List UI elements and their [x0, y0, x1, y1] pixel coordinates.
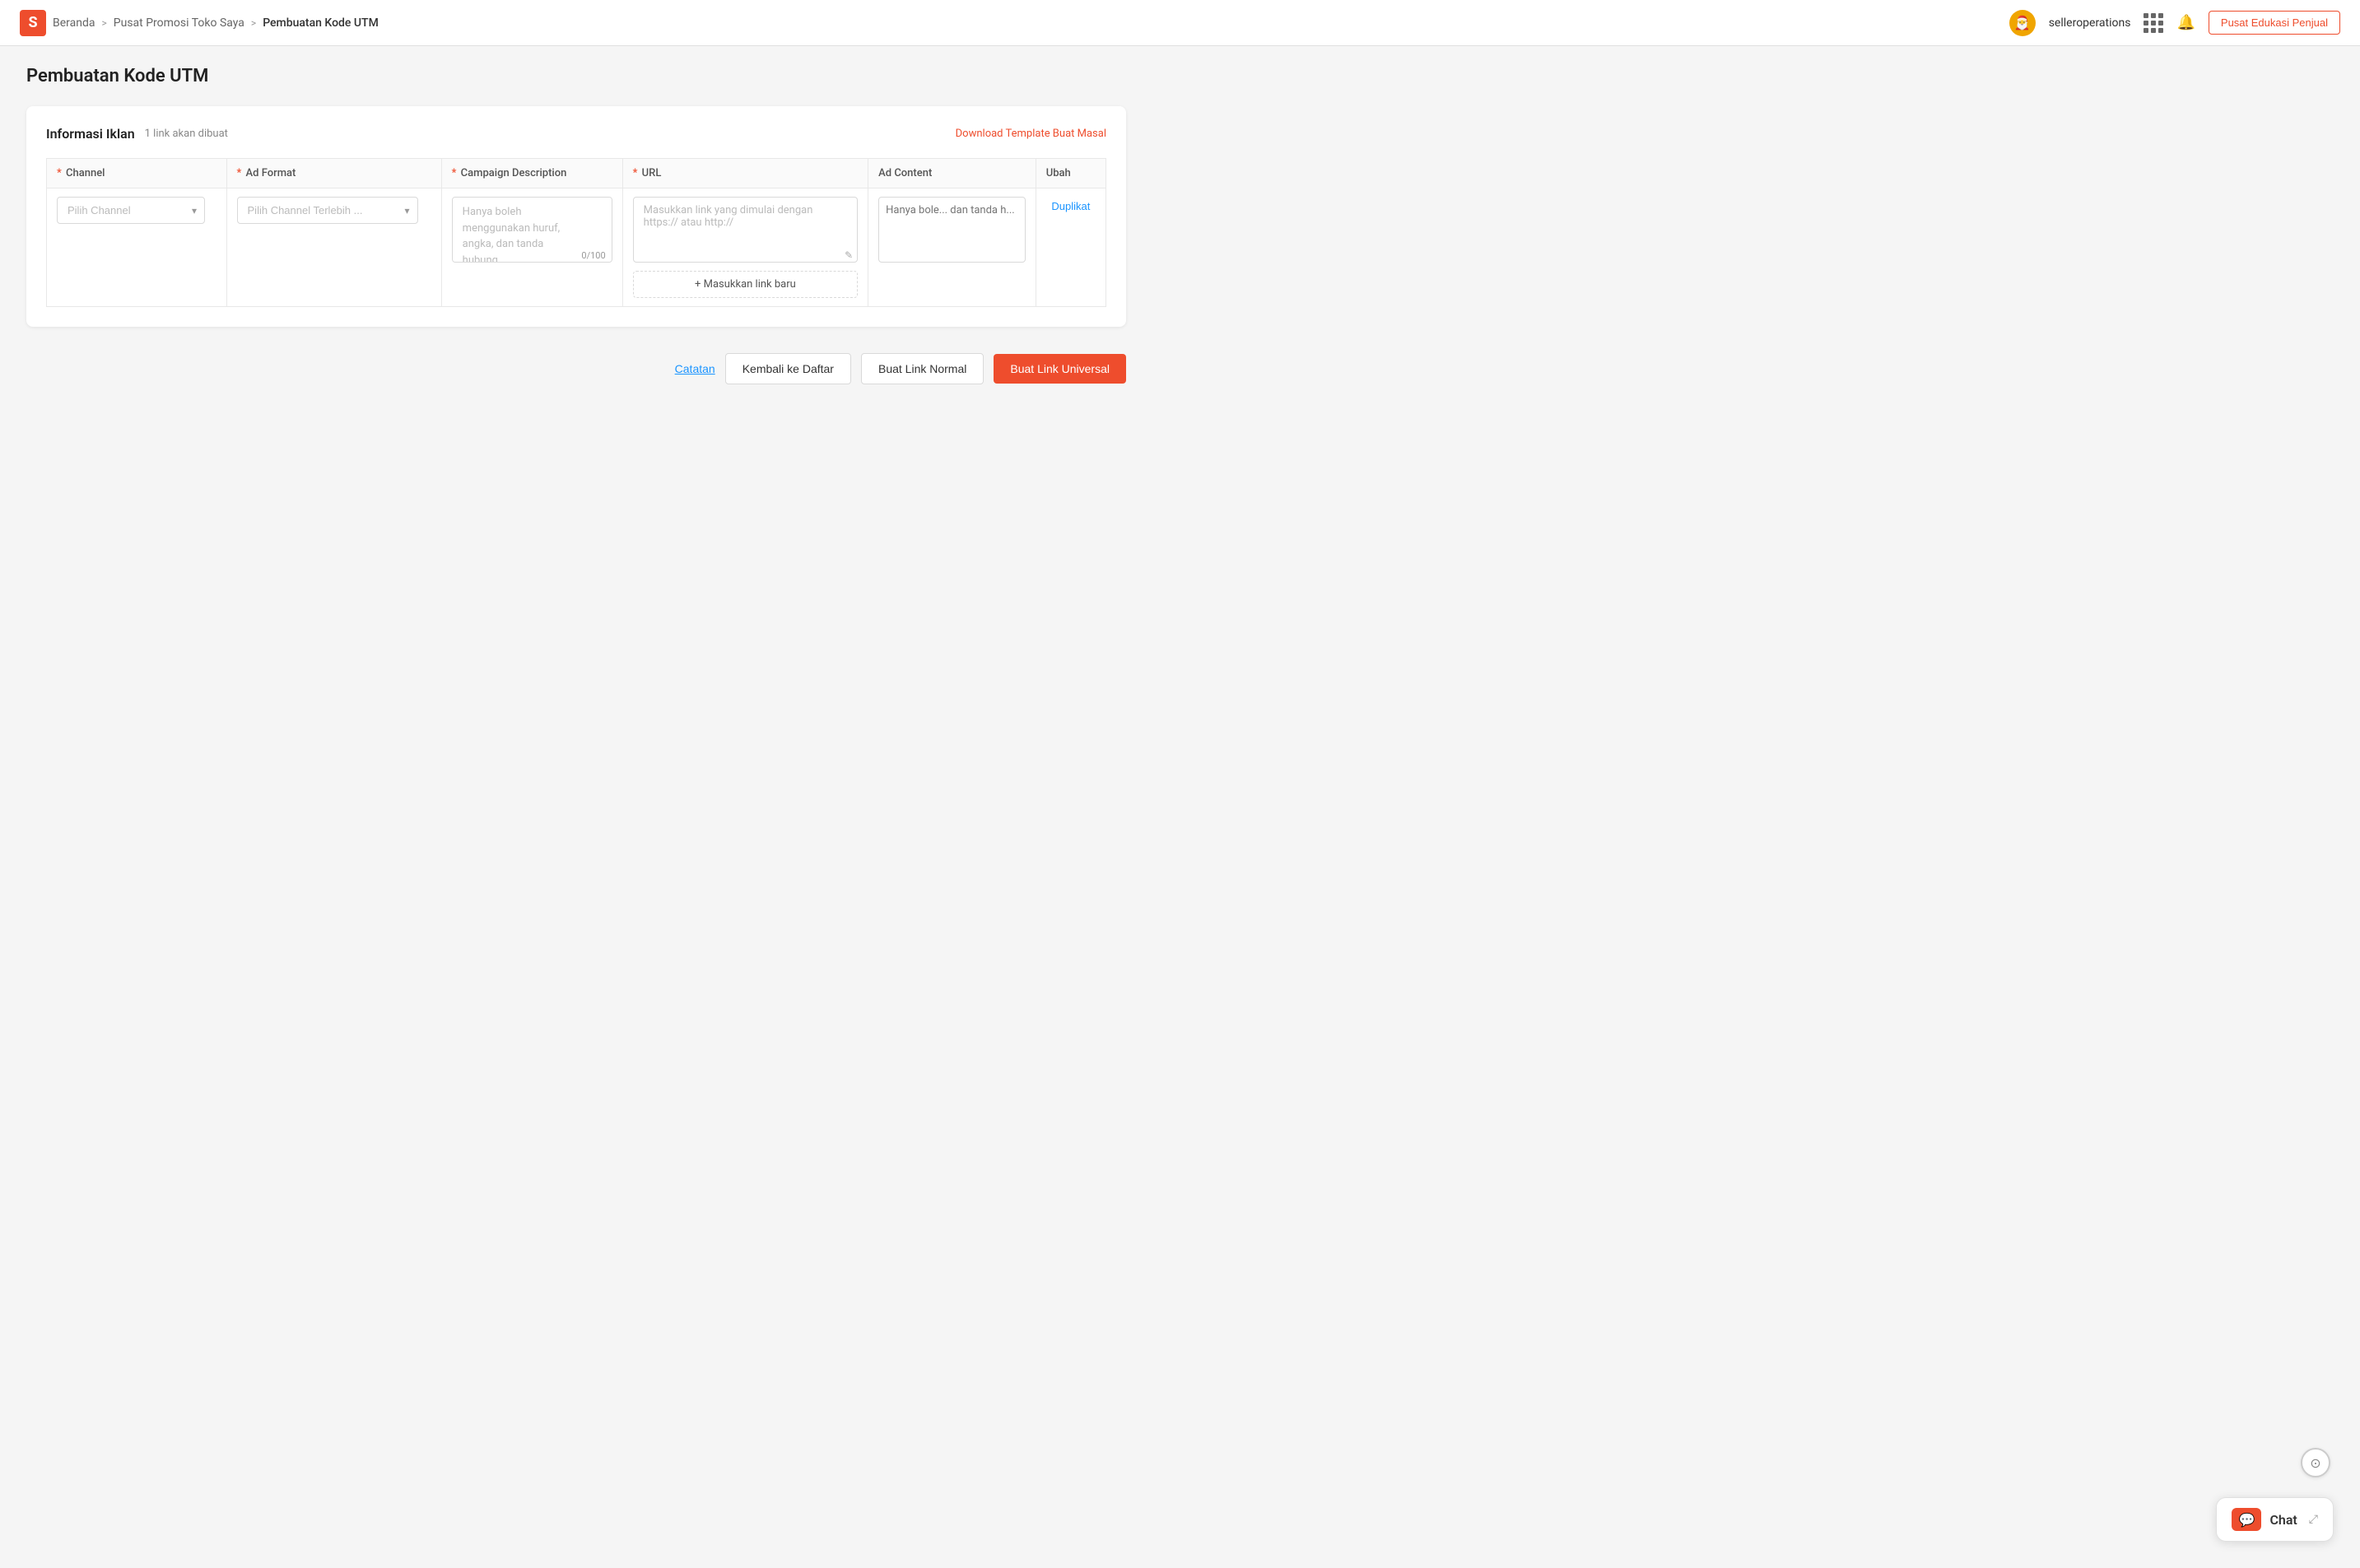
footer-actions: Catatan Kembali ke Daftar Buat Link Norm…: [26, 353, 1126, 384]
info-card: Informasi Iklan 1 link akan dibuat Downl…: [26, 106, 1126, 327]
help-circle-button[interactable]: ⊙: [2301, 1448, 2330, 1477]
ad-format-select-wrapper: Pilih Channel Terlebih ... ▾: [237, 197, 418, 224]
download-template-link[interactable]: Download Template Buat Masal: [956, 128, 1106, 140]
link-count: 1 link akan dibuat: [145, 128, 228, 140]
duplikat-button[interactable]: Duplikat: [1048, 197, 1093, 216]
bell-icon[interactable]: 🔔: [2176, 14, 2195, 31]
card-title: Informasi Iklan: [46, 126, 135, 142]
breadcrumb-sep2: >: [251, 17, 256, 29]
channel-cell: Pilih Channel ▾: [47, 188, 227, 307]
campaign-cell: 0/100: [441, 188, 622, 307]
breadcrumb-current: Pembuatan Kode UTM: [263, 16, 379, 30]
utm-table-wrapper: * Channel * Ad Format * Campaign Descrip…: [46, 158, 1106, 307]
col-ubah: Ubah: [1036, 159, 1106, 188]
chat-expand-icon: ⤢: [2309, 1513, 2318, 1526]
col-ad-format: * Ad Format: [226, 159, 441, 188]
channel-select-wrapper: Pilih Channel ▾: [57, 197, 205, 224]
campaign-textarea-wrapper: 0/100: [452, 197, 612, 266]
header-right: 🎅 selleroperations 🔔 Pusat Edukasi Penju…: [2009, 10, 2340, 36]
table-header-row: * Channel * Ad Format * Campaign Descrip…: [47, 159, 1106, 188]
avatar: 🎅: [2009, 10, 2036, 36]
col-ad-content: Ad Content: [868, 159, 1036, 188]
ad-format-cell: Pilih Channel Terlebih ... ▾: [226, 188, 441, 307]
breadcrumb-promo[interactable]: Pusat Promosi Toko Saya: [114, 16, 244, 30]
required-star-channel: *: [57, 167, 62, 179]
buat-link-normal-button[interactable]: Buat Link Normal: [861, 353, 984, 384]
url-input-wrapper: ✎: [633, 197, 858, 266]
header: S Beranda > Pusat Promosi Toko Saya > Pe…: [0, 0, 2360, 46]
card-title-area: Informasi Iklan 1 link akan dibuat: [46, 126, 228, 142]
url-input[interactable]: [633, 197, 858, 263]
required-star-url: *: [633, 167, 638, 179]
ad-format-select[interactable]: Pilih Channel Terlebih ...: [237, 197, 418, 224]
channel-select[interactable]: Pilih Channel: [57, 197, 205, 224]
grid-icon[interactable]: [2144, 13, 2163, 33]
shopee-logo: S: [20, 10, 46, 36]
ubah-cell: Duplikat: [1036, 188, 1106, 307]
col-campaign-desc: * Campaign Description: [441, 159, 622, 188]
chat-icon: 💬: [2232, 1508, 2261, 1531]
main-content: Pembuatan Kode UTM Informasi Iklan 1 lin…: [0, 46, 1152, 404]
chat-widget[interactable]: 💬 Chat ⤢: [2216, 1497, 2334, 1542]
chat-label: Chat: [2269, 1512, 2297, 1528]
username-label: selleroperations: [2049, 16, 2131, 30]
breadcrumb-home[interactable]: Beranda: [53, 16, 95, 30]
table-row: Pilih Channel ▾ Pilih Channel Terlebih .…: [47, 188, 1106, 307]
back-to-list-button[interactable]: Kembali ke Daftar: [725, 353, 851, 384]
col-url: * URL: [622, 159, 868, 188]
col-channel: * Channel: [47, 159, 227, 188]
url-cell: ✎ + Masukkan link baru: [622, 188, 868, 307]
add-link-button[interactable]: + Masukkan link baru: [633, 271, 858, 298]
required-star-ad-format: *: [237, 167, 242, 179]
ad-content-cell: [868, 188, 1036, 307]
page-title: Pembuatan Kode UTM: [26, 66, 1126, 86]
buat-link-universal-button[interactable]: Buat Link Universal: [994, 354, 1126, 384]
required-star-campaign: *: [452, 167, 457, 179]
edu-button[interactable]: Pusat Edukasi Penjual: [2209, 11, 2340, 35]
breadcrumb-sep1: >: [101, 17, 106, 29]
breadcrumb: Beranda > Pusat Promosi Toko Saya > Pemb…: [53, 16, 379, 30]
catatan-link[interactable]: Catatan: [675, 362, 715, 375]
ad-content-textarea[interactable]: [878, 197, 1026, 263]
header-left: S Beranda > Pusat Promosi Toko Saya > Pe…: [20, 10, 379, 36]
char-count: 0/100: [581, 250, 605, 261]
url-edit-icon: ✎: [845, 249, 853, 261]
card-header: Informasi Iklan 1 link akan dibuat Downl…: [46, 126, 1106, 142]
utm-table: * Channel * Ad Format * Campaign Descrip…: [46, 158, 1106, 307]
